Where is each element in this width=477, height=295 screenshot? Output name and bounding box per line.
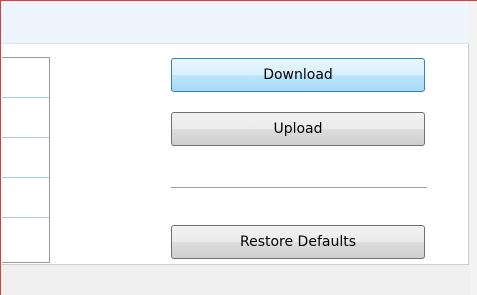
- list-row[interactable]: [2, 138, 49, 178]
- restore-defaults-button[interactable]: Restore Defaults: [171, 225, 425, 259]
- button-separator: [171, 187, 427, 188]
- window-edge: [470, 1, 477, 295]
- settings-list[interactable]: [2, 57, 50, 263]
- panel-header-strip: [1, 1, 469, 44]
- window-border-left: [0, 0, 1, 295]
- list-row[interactable]: [2, 178, 49, 218]
- download-button-label: Download: [263, 67, 333, 83]
- upload-button-label: Upload: [273, 121, 323, 137]
- list-row[interactable]: [2, 98, 49, 138]
- download-button[interactable]: Download: [171, 58, 425, 92]
- list-row[interactable]: [2, 58, 49, 98]
- settings-panel: Download Upload Restore Defaults: [1, 1, 469, 265]
- restore-defaults-button-label: Restore Defaults: [239, 234, 357, 250]
- upload-button[interactable]: Upload: [171, 112, 425, 146]
- list-row[interactable]: [2, 218, 49, 258]
- window-border-top: [0, 0, 477, 1]
